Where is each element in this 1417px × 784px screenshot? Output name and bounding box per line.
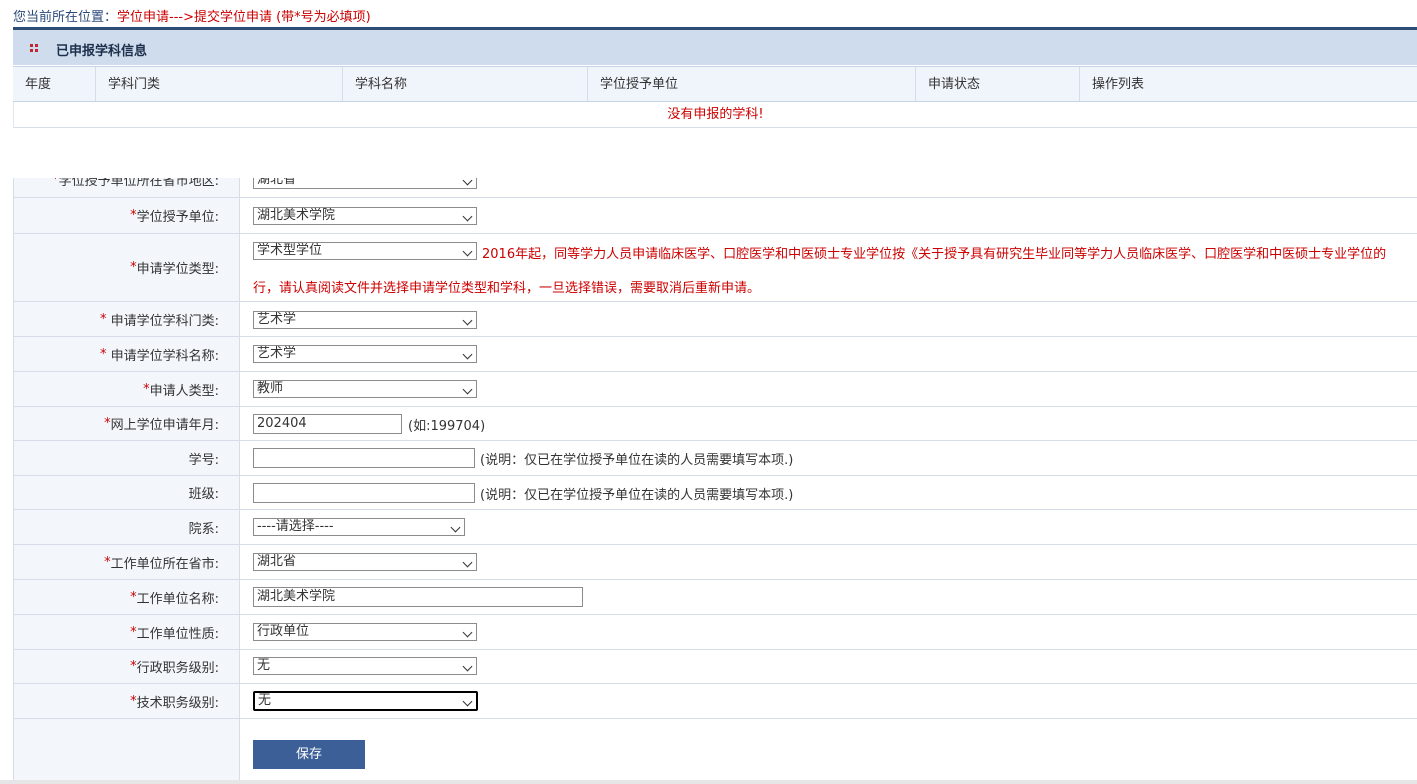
breadcrumb-prefix: 您当前所在位置： [13,10,118,25]
bottom-divider [0,780,1417,784]
degree-notice-line1: 2016年起，同等学力人员申请临床医学、口腔医学和中医硕士专业学位按《关于授予具… [482,247,1387,262]
panel-title: 已申报学科信息 [56,44,148,59]
tech-level-label: 技术职务级别: [136,695,219,711]
application-form: * 学位授予单位所在省市地区: 湖北省 * 学位授予单位: 湖北美术学院 * 申请学位… [13,178,1417,782]
admin-level-select[interactable]: 无 [253,657,477,675]
subjects-panel-header: 已申报学科信息 [13,27,1417,65]
row-discipline-category: * 申请学位学科门类: 艺术学 [14,302,1417,337]
row-region: * 学位授予单位所在省市地区: 湖北省 [14,178,1417,198]
row-tech-level: * 技术职务级别: 无 [14,684,1417,719]
row-work-unit-nature: * 工作单位性质: 行政单位 [14,615,1417,650]
discipline-name-select[interactable]: 艺术学 [253,345,477,363]
row-applicant-type: * 申请人类型: 教师 [14,372,1417,407]
applicant-type-select[interactable]: 教师 [253,380,477,398]
student-id-hint: (说明：仅已在学位授予单位在读的人员需要填写本项.) [480,453,794,468]
discipline-name-label: 申请学位学科名称: [110,348,219,364]
discipline-category-label: 申请学位学科门类: [110,313,219,329]
breadcrumb: 您当前所在位置：学位申请--->提交学位申请 (带*号为必填项) [13,6,371,25]
class-input[interactable] [253,483,475,503]
col-subject-name: 学科名称 [342,67,587,101]
chevron-down-icon [462,246,473,257]
work-unit-nature-label: 工作单位性质: [136,626,219,642]
class-hint: (说明：仅已在学位授予单位在读的人员需要填写本项.) [480,488,794,503]
chevron-down-icon [462,627,473,638]
chevron-down-icon [462,349,473,360]
row-apply-month: * 网上学位申请年月: 202404 (如:199704) [14,407,1417,441]
row-department: 院系: ----请选择---- [14,510,1417,545]
row-class: 班级: (说明：仅已在学位授予单位在读的人员需要填写本项.) [14,476,1417,510]
chevron-down-icon [462,661,473,672]
student-id-input[interactable] [253,448,475,468]
department-select[interactable]: ----请选择---- [253,518,465,536]
save-button[interactable]: 保存 [253,740,365,769]
col-grant-unit: 学位授予单位 [587,67,915,101]
discipline-category-select[interactable]: 艺术学 [253,311,477,329]
class-label: 班级: [188,487,219,502]
chevron-down-icon [462,315,473,326]
work-province-label: 工作单位所在省市: [110,556,219,572]
col-actions: 操作列表 [1079,67,1417,101]
degree-type-select[interactable]: 学术型学位 [253,242,477,260]
chevron-down-icon [450,522,461,533]
apply-month-input[interactable]: 202404 [253,414,402,434]
row-work-unit-name: * 工作单位名称: 湖北美术学院 [14,580,1417,615]
tech-level-select[interactable]: 无 [253,691,478,711]
grant-unit-label: 学位授予单位: [136,210,219,225]
col-year: 年度 [25,77,52,92]
apply-month-label: 网上学位申请年月: [110,418,219,433]
work-unit-name-input[interactable]: 湖北美术学院 [253,587,583,607]
region-label: 学位授予单位所在省市地区: [58,178,219,189]
region-select[interactable]: 湖北省 [253,178,477,189]
work-province-select[interactable]: 湖北省 [253,553,477,571]
degree-type-label: 申请学位类型: [136,262,219,277]
student-id-label: 学号: [188,452,219,468]
grid-icon [30,44,38,52]
chevron-down-icon [462,557,473,568]
degree-notice-line2: 行，请认真阅读文件并选择申请学位类型和学科，一旦选择错误，需要取消后重新申请。 [253,281,761,296]
admin-level-label: 行政职务级别: [136,661,219,676]
apply-month-hint: (如:199704) [408,419,486,434]
chevron-down-icon [462,384,473,395]
row-discipline-name: * 申请学位学科名称: 艺术学 [14,337,1417,372]
work-unit-name-label: 工作单位名称: [136,591,219,607]
row-student-id: 学号: (说明：仅已在学位授予单位在读的人员需要填写本项.) [14,441,1417,476]
row-work-province: * 工作单位所在省市: 湖北省 [14,545,1417,580]
col-category: 学科门类 [95,67,342,101]
empty-message: 没有申报的学科! [13,102,1417,128]
row-actions: 保存 [14,719,1417,782]
row-grant-unit: * 学位授予单位: 湖北美术学院 [14,198,1417,234]
applicant-type-label: 申请人类型: [149,383,219,399]
breadcrumb-path: 学位申请--->提交学位申请 (带*号为必填项) [117,10,371,25]
grant-unit-select[interactable]: 湖北美术学院 [253,207,477,225]
chevron-down-icon [462,178,473,186]
row-degree-type: * 申请学位类型: 学术型学位 2016年起，同等学力人员申请临床医学、口腔医学和… [14,234,1417,302]
department-label: 院系: [188,521,219,537]
chevron-down-icon [462,696,473,707]
work-unit-nature-select[interactable]: 行政单位 [253,623,477,641]
col-status: 申请状态 [915,67,1079,101]
subjects-table-header: 年度 学科门类 学科名称 学位授予单位 申请状态 操作列表 [13,66,1417,102]
row-admin-level: * 行政职务级别: 无 [14,650,1417,684]
chevron-down-icon [462,211,473,222]
